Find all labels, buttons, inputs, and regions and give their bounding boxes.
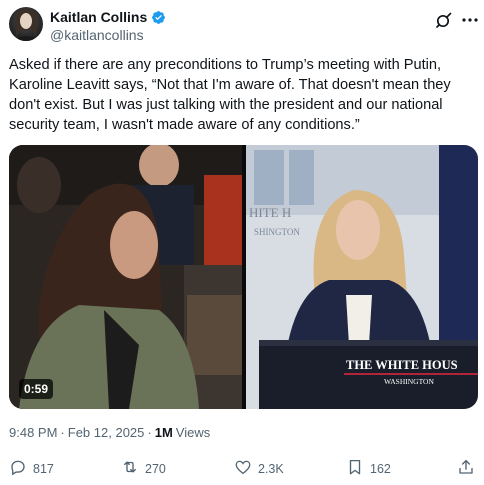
- reply-button[interactable]: 817: [9, 458, 54, 479]
- repost-count: 270: [145, 461, 166, 476]
- video-duration-badge: 0:59: [19, 379, 54, 399]
- reply-count: 817: [33, 461, 54, 476]
- verified-badge-icon: [151, 10, 166, 25]
- author-avatar[interactable]: [9, 7, 43, 41]
- backdrop-text-line2: SHINGTON: [254, 227, 300, 237]
- video-left-panel: [9, 145, 242, 409]
- tweet-meta: 9:48 PM · Feb 12, 2025 · 1M Views: [9, 425, 210, 440]
- heart-icon: [234, 458, 252, 479]
- repost-button[interactable]: 270: [121, 458, 166, 479]
- tweet-header: Kaitlan Collins @kaitlancollins: [9, 7, 479, 47]
- bookmark-icon: [346, 458, 364, 479]
- podium-text-line2: WASHINGTON: [384, 377, 434, 386]
- repost-icon: [121, 458, 139, 479]
- share-button[interactable]: [457, 458, 475, 479]
- meta-separator: ·: [147, 425, 152, 440]
- podium-text-line1: THE WHITE HOUS: [346, 358, 458, 372]
- share-icon: [457, 458, 475, 479]
- bookmark-count: 162: [370, 461, 391, 476]
- author-handle[interactable]: @kaitlancollins: [50, 27, 144, 43]
- author-name-row: Kaitlan Collins: [50, 9, 166, 25]
- backdrop-text-line1: HITE H: [249, 205, 291, 220]
- more-options-icon[interactable]: [461, 11, 479, 29]
- like-count: 2.3K: [258, 461, 284, 476]
- grok-icon[interactable]: [435, 11, 453, 29]
- action-bar: 817 270 2.3K 162: [9, 458, 477, 484]
- tweet-time[interactable]: 9:48 PM: [9, 425, 57, 440]
- views-label: Views: [175, 425, 211, 440]
- like-button[interactable]: 2.3K: [234, 458, 284, 479]
- meta-separator: ·: [60, 425, 65, 440]
- views-count: 1M: [154, 425, 173, 440]
- tweet-video[interactable]: HITE H SHINGTON THE WHITE HOUS WASHINGTO…: [9, 145, 478, 409]
- author-name[interactable]: Kaitlan Collins: [50, 9, 147, 25]
- bookmark-button[interactable]: 162: [346, 458, 391, 479]
- reply-icon: [9, 458, 27, 479]
- tweet-text: Asked if there are any preconditions to …: [9, 57, 451, 133]
- tweet-date[interactable]: Feb 12, 2025: [68, 425, 145, 440]
- video-right-panel: HITE H SHINGTON THE WHITE HOUS WASHINGTO…: [246, 145, 478, 409]
